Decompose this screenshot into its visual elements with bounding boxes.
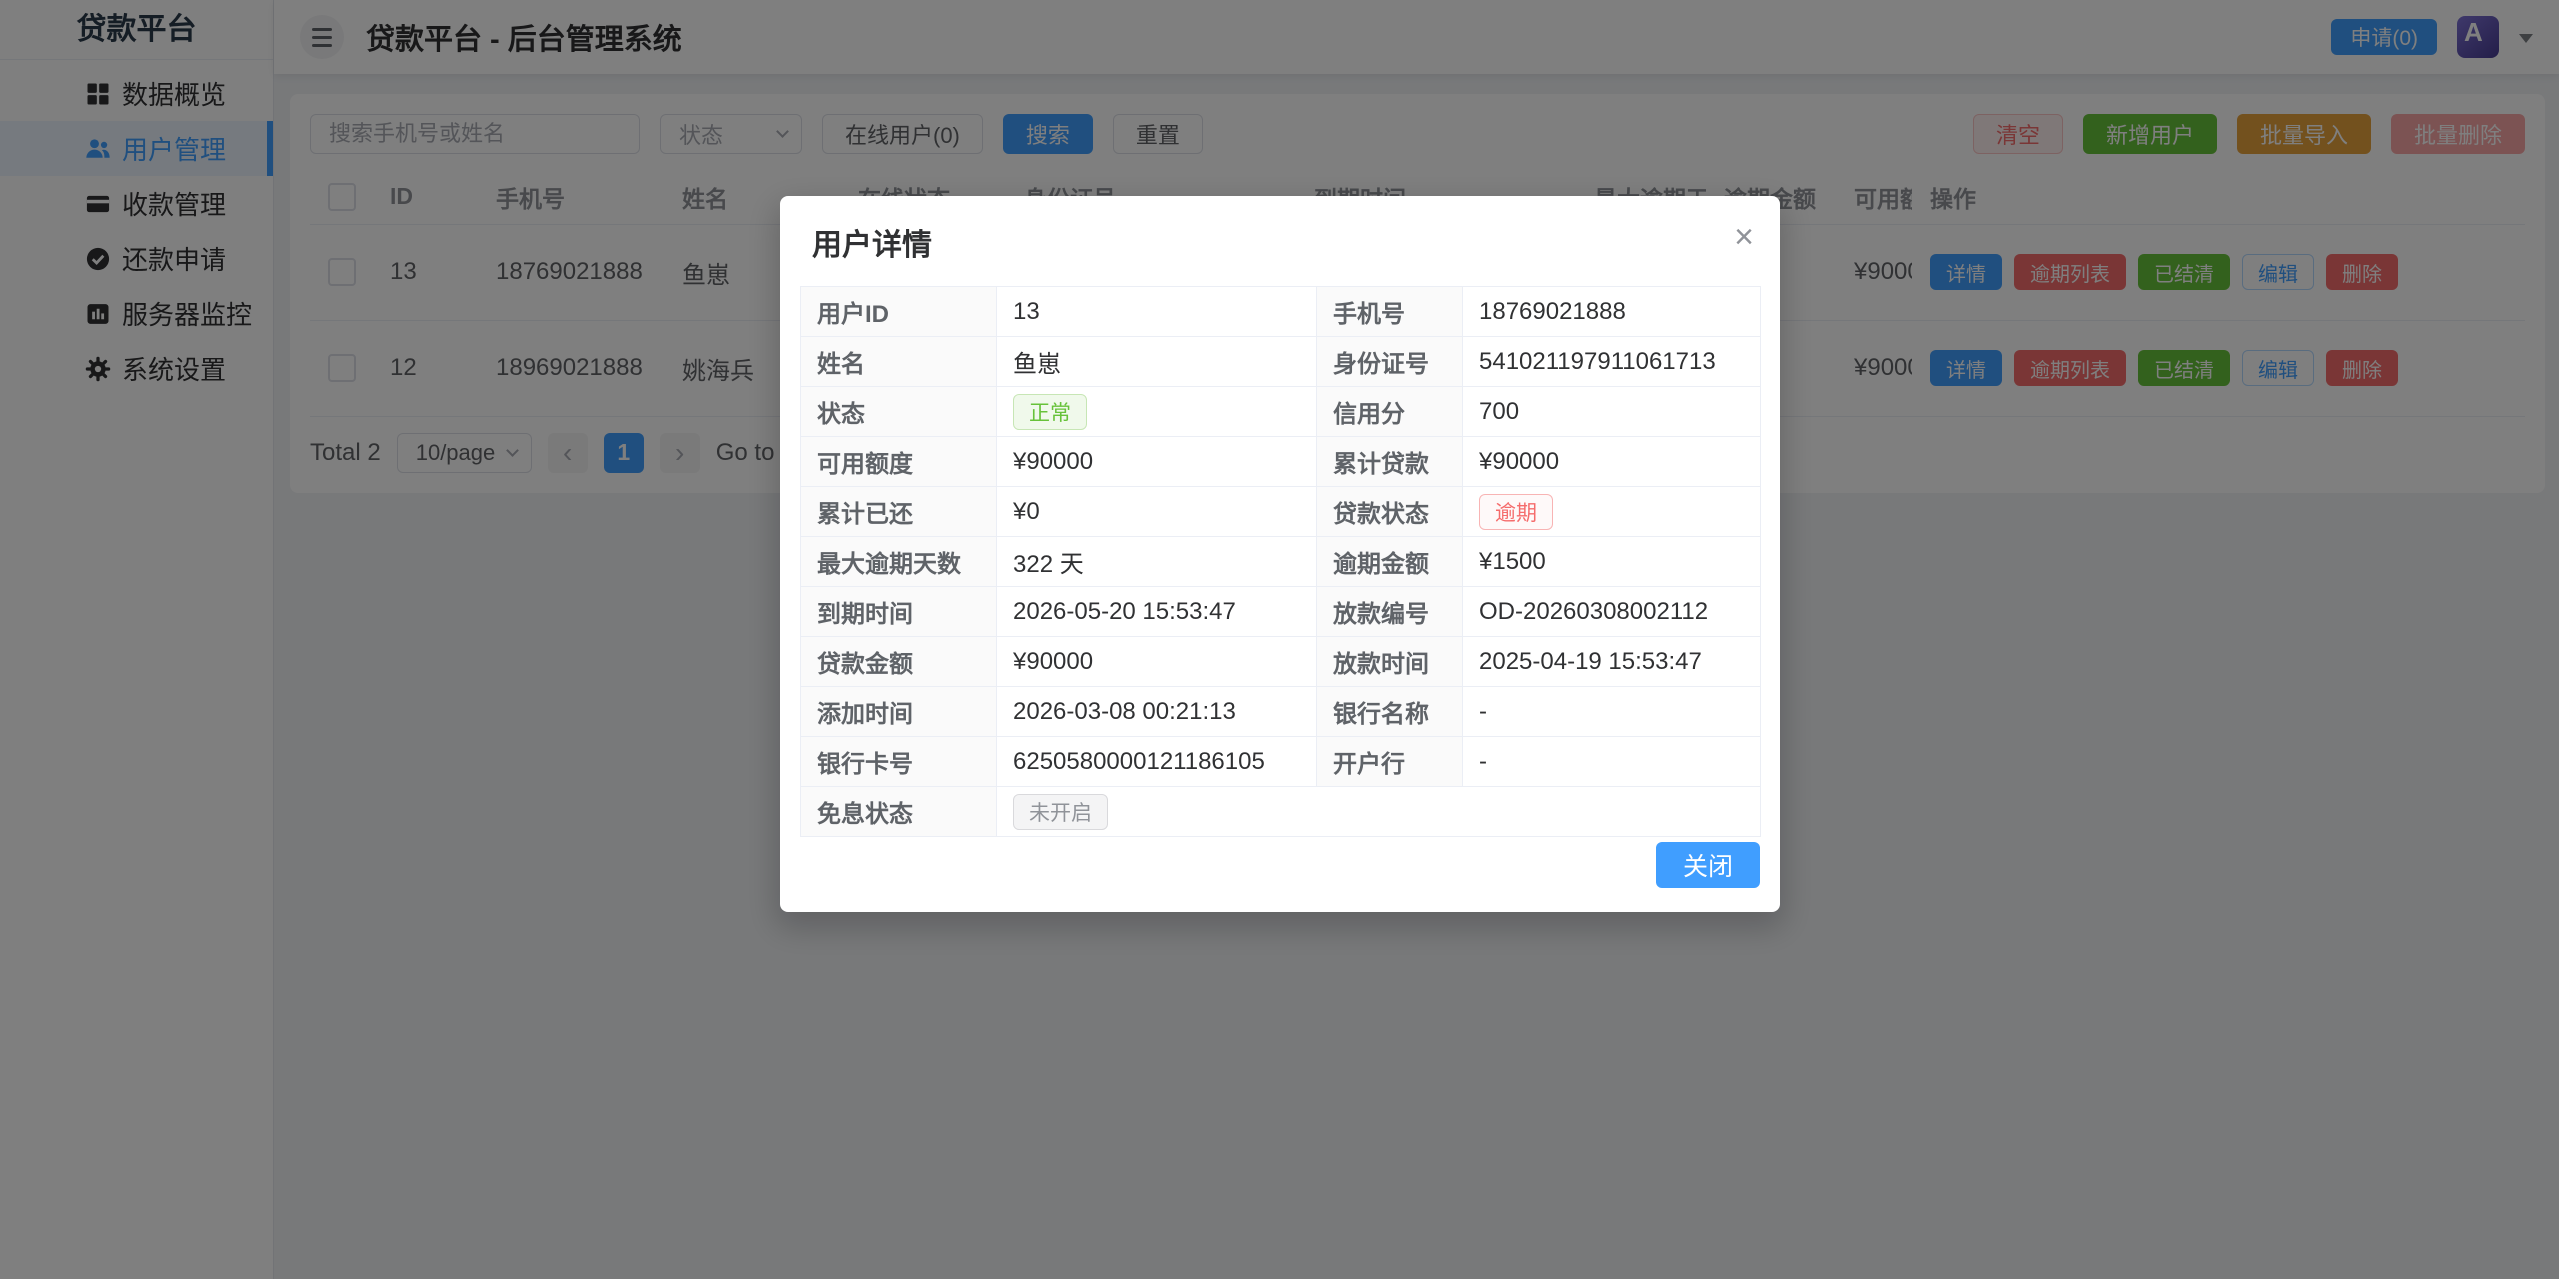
user-detail-table: 用户ID 13 手机号 18769021888 姓名 鱼崽 身份证号 54102… <box>800 286 1761 837</box>
field-value-user-id: 13 <box>997 287 1317 337</box>
field-value-name: 鱼崽 <box>997 337 1317 387</box>
field-value-total-loan: ¥90000 <box>1463 437 1761 487</box>
field-value-loan-number: OD-20260308002112 <box>1463 587 1761 637</box>
field-label: 累计已还 <box>801 487 997 537</box>
user-detail-dialog: 用户详情 × 用户ID 13 手机号 18769021888 姓名 鱼崽 身份证… <box>780 196 1780 912</box>
field-label: 状态 <box>801 387 997 437</box>
status-badge: 正常 <box>1013 394 1087 430</box>
field-label: 手机号 <box>1317 287 1463 337</box>
field-label: 银行卡号 <box>801 737 997 787</box>
field-label: 开户行 <box>1317 737 1463 787</box>
field-value-total-repaid: ¥0 <box>997 487 1317 537</box>
field-value-loan-time: 2025-04-19 15:53:47 <box>1463 637 1761 687</box>
close-button[interactable]: 关闭 <box>1656 842 1760 888</box>
field-value-overdue-amount: ¥1500 <box>1463 537 1761 587</box>
field-label: 贷款状态 <box>1317 487 1463 537</box>
field-label: 免息状态 <box>801 787 997 837</box>
dialog-title: 用户详情 <box>812 220 932 264</box>
field-label: 放款编号 <box>1317 587 1463 637</box>
field-label: 逾期金额 <box>1317 537 1463 587</box>
field-label: 放款时间 <box>1317 637 1463 687</box>
field-label: 身份证号 <box>1317 337 1463 387</box>
field-value-available-quota: ¥90000 <box>997 437 1317 487</box>
field-value-max-overdue-days: 322 天 <box>997 537 1317 587</box>
field-label: 用户ID <box>801 287 997 337</box>
loan-status-badge: 逾期 <box>1479 494 1553 530</box>
field-label: 到期时间 <box>801 587 997 637</box>
field-label: 可用额度 <box>801 437 997 487</box>
field-value-loan-amount: ¥90000 <box>997 637 1317 687</box>
field-value-id-card: 541021197911061713 <box>1463 337 1761 387</box>
field-label: 累计贷款 <box>1317 437 1463 487</box>
dialog-body: 用户ID 13 手机号 18769021888 姓名 鱼崽 身份证号 54102… <box>800 286 1760 837</box>
field-label: 银行名称 <box>1317 687 1463 737</box>
field-label: 添加时间 <box>801 687 997 737</box>
field-label: 姓名 <box>801 337 997 387</box>
field-value-bank-card: 6250580000121186105 <box>997 737 1317 787</box>
field-label: 信用分 <box>1317 387 1463 437</box>
field-value-bank-branch: - <box>1463 737 1761 787</box>
field-value-bank-name: - <box>1463 687 1761 737</box>
dialog-footer: 关闭 <box>800 842 1760 888</box>
field-value-credit-score: 700 <box>1463 387 1761 437</box>
field-value-due-time: 2026-05-20 15:53:47 <box>997 587 1317 637</box>
close-icon[interactable]: × <box>1734 220 1754 254</box>
dialog-header: 用户详情 × <box>800 220 1760 264</box>
interest-free-badge: 未开启 <box>1013 794 1108 830</box>
field-value-add-time: 2026-03-08 00:21:13 <box>997 687 1317 737</box>
field-label: 贷款金额 <box>801 637 997 687</box>
field-value-phone: 18769021888 <box>1463 287 1761 337</box>
field-label: 最大逾期天数 <box>801 537 997 587</box>
